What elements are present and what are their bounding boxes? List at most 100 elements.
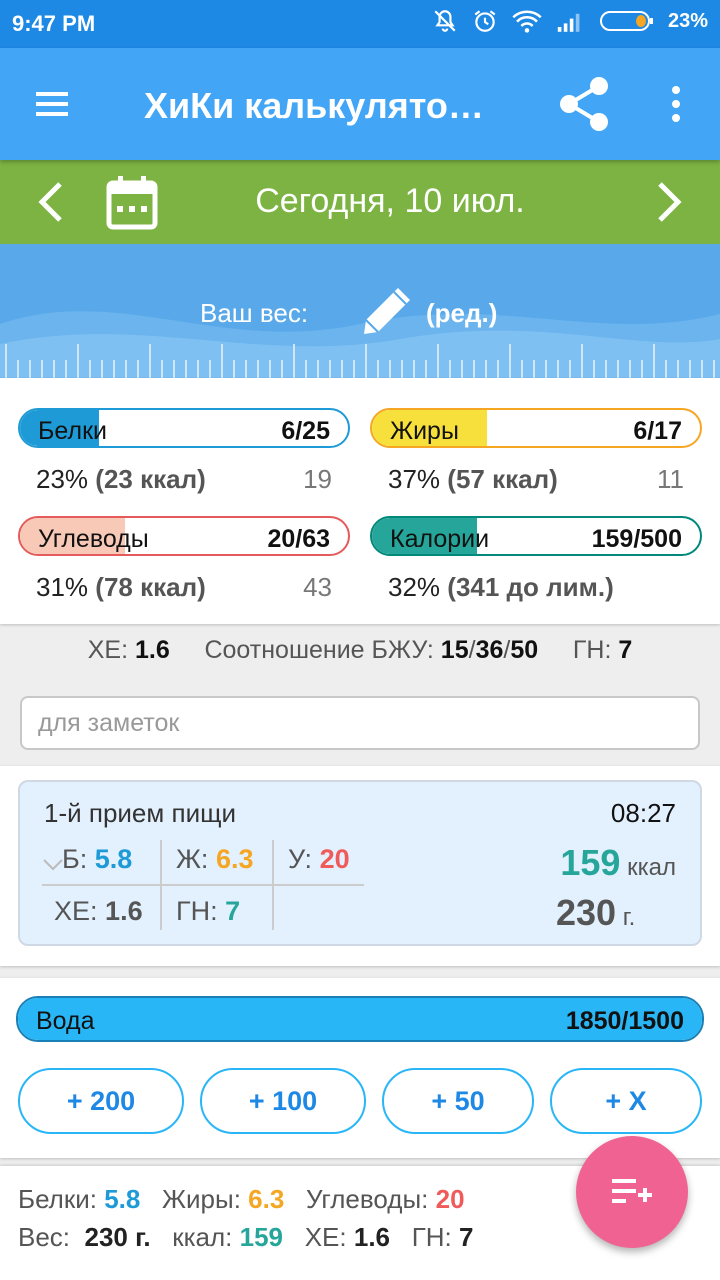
totals-xe-label: ХЕ: <box>304 1222 347 1252</box>
fat-label: Жиры <box>390 417 459 445</box>
add-water-custom-button[interactable]: + X <box>550 1068 702 1134</box>
current-date[interactable]: Сегодня, 10 июл. <box>160 182 620 221</box>
gn-value: 7 <box>618 636 633 664</box>
divider <box>42 884 364 886</box>
totals-fat-label: Жиры: <box>162 1184 241 1214</box>
edit-weight-button[interactable] <box>358 284 414 338</box>
meal-gn: ГН: 7 <box>176 896 240 927</box>
ratios-line: ХЕ: 1.6 Соотношение БЖУ: 15/36/50 ГН: 7 <box>0 636 720 665</box>
fat-summary: 37% (57 ккал) 11 <box>388 464 684 495</box>
prev-day-button[interactable] <box>34 180 70 224</box>
bju-sep-1: / <box>468 636 476 664</box>
battery-icon <box>599 11 653 31</box>
calories-bar: Калории 159/500 <box>370 516 702 556</box>
xe-value: 1.6 <box>134 636 170 664</box>
macros-card: Белки 6/25 23% (23 ккал) 19 Жиры 6/17 37… <box>0 378 720 624</box>
gn-label: ГН: <box>572 636 612 664</box>
totals-kcal: 159 <box>239 1222 284 1252</box>
meal-time: 08:27 <box>610 798 676 828</box>
calendar-button[interactable] <box>106 174 158 230</box>
water-bar: Вода 1850/1500 <box>16 996 704 1042</box>
meal-card[interactable]: 1-й прием пищи 08:27 Б: 5.8 Ж: 6.3 У: 20… <box>18 780 702 946</box>
chevron-right-icon <box>658 182 682 222</box>
chevron-left-icon <box>38 182 62 222</box>
bju-fat: 36 <box>475 636 504 664</box>
fat-remaining: 11 <box>657 464 684 494</box>
totals-kcal-label: ккал: <box>172 1222 233 1252</box>
pencil-icon <box>364 288 410 334</box>
meal-gn-label: ГН: <box>176 896 218 926</box>
protein-remaining: 19 <box>303 464 332 494</box>
water-label: Вода <box>36 1007 95 1035</box>
totals-row-2: Вес: 230 г. ккал: 159 ХЕ: 1.6 ГН: 7 <box>18 1222 473 1253</box>
add-food-fab[interactable] <box>576 1136 688 1248</box>
menu-button[interactable] <box>30 84 74 124</box>
edit-weight-link[interactable]: (ред.) <box>426 298 497 329</box>
meal-carbs: У: 20 <box>288 844 350 875</box>
wifi-icon <box>512 10 542 33</box>
alarm-icon <box>474 10 496 32</box>
meal-kcal: 159 ккал <box>560 842 676 884</box>
meal-carbs-value: 20 <box>319 844 350 874</box>
chevron-down-icon <box>43 859 63 871</box>
carbs-label: Углеводы <box>38 525 149 553</box>
meal-kcal-value: 159 <box>560 842 621 883</box>
meal-xe-label: ХЕ: <box>54 896 98 926</box>
totals-carbs-label: Углеводы: <box>305 1184 429 1214</box>
protein-percent: 23% <box>36 464 89 494</box>
totals-fat: 6.3 <box>248 1184 285 1214</box>
meal-protein: Б: 5.8 <box>62 844 132 875</box>
meal-fat-value: 6.3 <box>215 844 254 874</box>
water-value: 1850/1500 <box>565 1007 684 1035</box>
protein-summary: 23% (23 ккал) 19 <box>36 464 332 495</box>
fat-bar: Жиры 6/17 <box>370 408 702 448</box>
fat-percent: 37% <box>388 464 441 494</box>
totals-gn: 7 <box>459 1222 474 1252</box>
share-button[interactable] <box>556 74 612 134</box>
share-icon <box>560 77 608 131</box>
totals-carbs: 20 <box>435 1184 465 1214</box>
xe-label: ХЕ: <box>87 636 129 664</box>
meal-weight: 230 г. <box>556 892 635 934</box>
protein-kcal: (23 ккал) <box>95 464 206 494</box>
totals-gn-label: ГН: <box>411 1222 452 1252</box>
carbs-remaining: 43 <box>303 572 332 602</box>
totals-protein-label: Белки: <box>18 1184 97 1214</box>
status-bar: 9:47 PM 23% <box>0 0 720 48</box>
add-water-200-button[interactable]: + 200 <box>18 1068 184 1134</box>
next-day-button[interactable] <box>650 180 686 224</box>
carbs-kcal: (78 ккал) <box>95 572 206 602</box>
carbs-summary: 31% (78 ккал) 43 <box>36 572 332 603</box>
fat-value: 6/17 <box>633 417 682 445</box>
notes-input[interactable] <box>20 696 700 750</box>
add-water-50-button[interactable]: + 50 <box>382 1068 534 1134</box>
signal-icon <box>557 13 580 32</box>
bju-carbs: 50 <box>510 636 539 664</box>
totals-weight: 230 г. <box>84 1222 151 1252</box>
add-water-100-button[interactable]: + 100 <box>200 1068 366 1134</box>
totals-protein: 5.8 <box>104 1184 141 1214</box>
bju-protein: 15 <box>440 636 469 664</box>
status-time: 9:47 PM <box>12 11 96 36</box>
calories-summary: 32% (341 до лим.) <box>388 572 698 603</box>
app-bar: ХиКи калькулято… <box>0 48 720 160</box>
meal-weight-unit: г. <box>622 904 636 931</box>
page-title: ХиКи калькулято… <box>144 85 484 126</box>
carbs-bar: Углеводы 20/63 <box>18 516 350 556</box>
date-bar: Сегодня, 10 июл. <box>0 160 720 244</box>
protein-label: Белки <box>38 417 107 445</box>
weight-label: Ваш вес: <box>200 298 309 328</box>
more-vert-icon <box>672 86 680 122</box>
meal-protein-value: 5.8 <box>94 844 133 874</box>
protein-value: 6/25 <box>281 417 330 445</box>
meal-carbs-label: У: <box>288 844 313 874</box>
meal-xe: ХЕ: 1.6 <box>54 896 143 927</box>
meal-kcal-unit: ккал <box>627 854 676 881</box>
meal-weight-value: 230 <box>556 892 617 933</box>
weight-band: Ваш вес: (ред.) <box>0 244 720 378</box>
meal-fat: Ж: 6.3 <box>176 844 254 875</box>
meal-title: 1-й прием пищи <box>44 798 237 828</box>
calories-value: 159/500 <box>591 525 682 553</box>
fat-kcal: (57 ккал) <box>447 464 558 494</box>
more-options-button[interactable] <box>660 84 692 124</box>
